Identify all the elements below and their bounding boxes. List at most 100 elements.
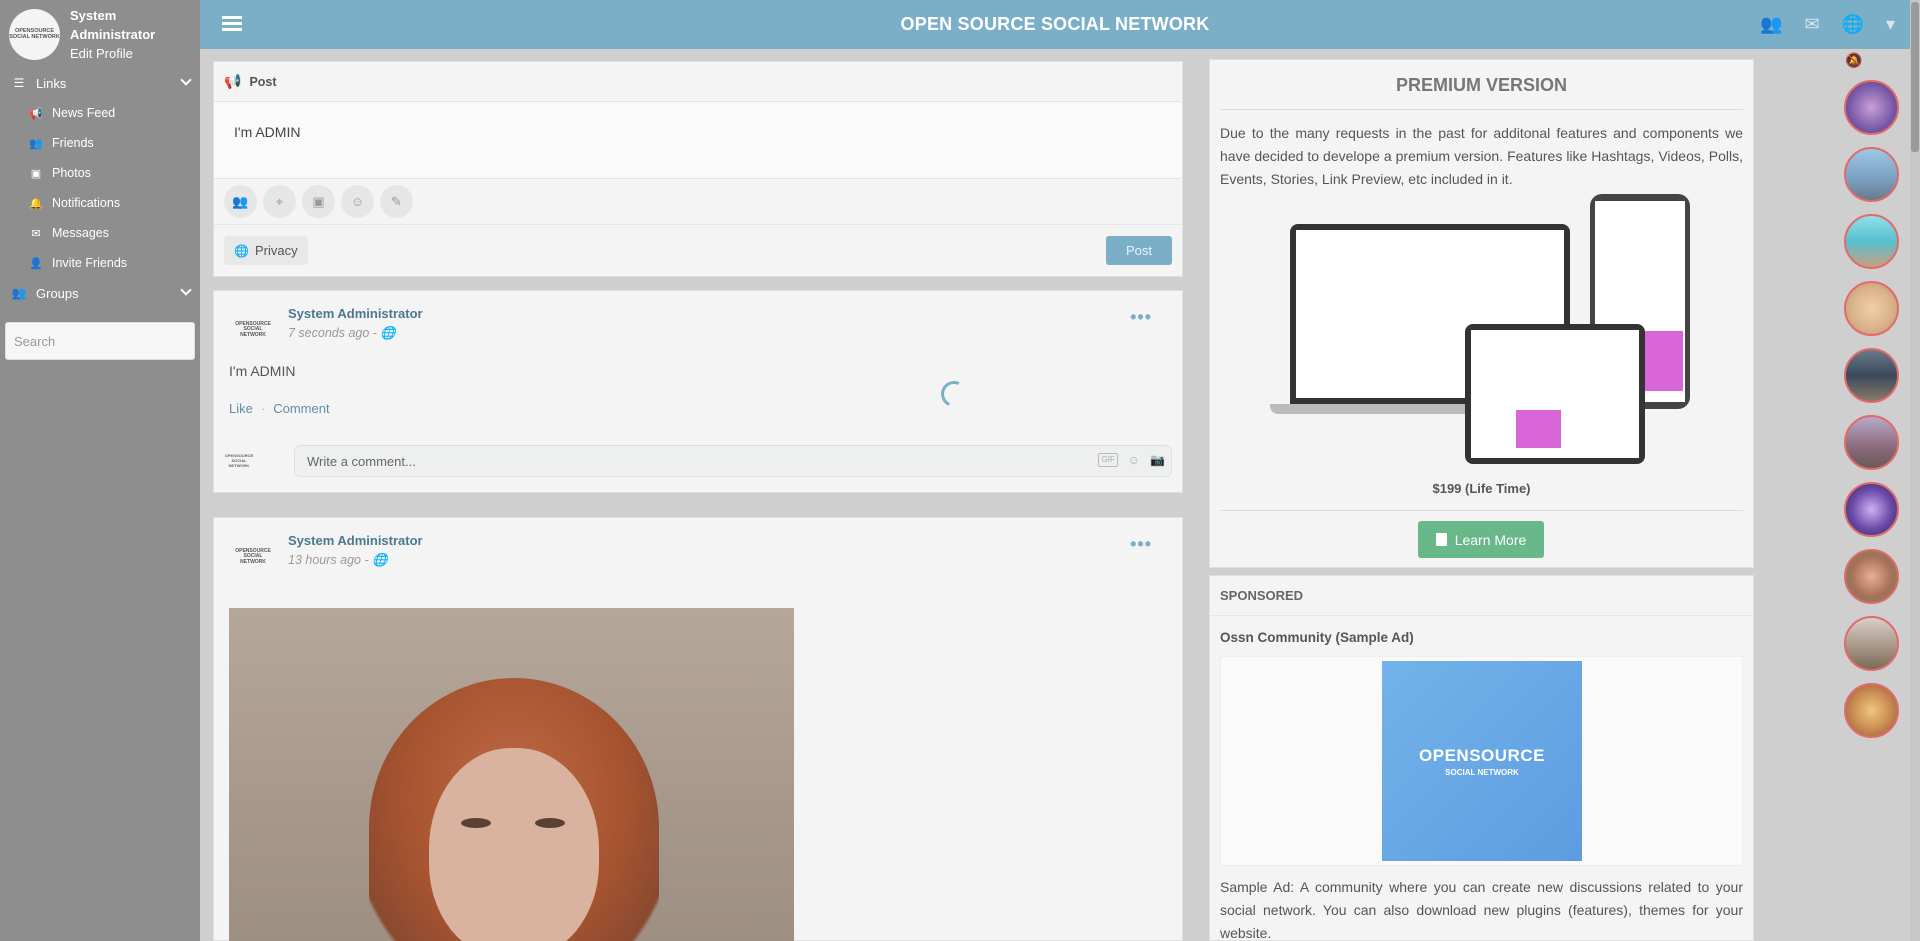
comment-input[interactable]: Write a comment... GIF ☺ 📷 xyxy=(294,445,1172,477)
post-timestamp: 7 seconds ago - 🌐 xyxy=(288,326,396,340)
emoji-icon[interactable]: ☺ xyxy=(341,185,374,218)
bell-slash-icon[interactable]: 🔕 xyxy=(1845,52,1862,69)
globe-icon: 🌐 xyxy=(372,553,388,567)
user-plus-icon: 👤 xyxy=(29,257,43,270)
sidebar-item-invite-friends[interactable]: 👤 Invite Friends xyxy=(0,248,200,278)
post-author-name[interactable]: System Administrator xyxy=(288,533,423,548)
book-icon xyxy=(1435,533,1447,546)
sidebar-item-photos[interactable]: ▣ Photos xyxy=(0,158,200,188)
wall-post: OPENSOURCE SOCIAL NETWORK System Adminis… xyxy=(213,290,1183,493)
ad-image-logo: OPENSOURCE xyxy=(1419,745,1545,765)
composer-tools: 👥 ⌖ ▣ ☺ ✎ xyxy=(214,179,1182,225)
post-timestamp: 13 hours ago - 🌐 xyxy=(288,553,388,567)
wall-post: OPENSOURCE SOCIAL NETWORK System Adminis… xyxy=(213,517,1183,941)
scrollbar-thumb[interactable] xyxy=(1911,2,1919,152)
post-button[interactable]: Post xyxy=(1106,236,1172,265)
list-icon: ☰ xyxy=(13,76,25,90)
friend-avatar[interactable] xyxy=(1844,147,1899,202)
premium-devices-image xyxy=(1270,194,1700,464)
bell-icon: 🔔 xyxy=(29,197,43,210)
sidebar-item-friends[interactable]: 👥 Friends xyxy=(0,128,200,158)
sponsored-widget: SPONSORED Ossn Community (Sample Ad) OPE… xyxy=(1209,575,1754,941)
location-icon[interactable]: ⌖ xyxy=(263,185,296,218)
sidebar-item-label: Notifications xyxy=(52,196,121,210)
premium-description: Due to the many requests in the past for… xyxy=(1220,125,1743,187)
commenter-avatar: OPENSOURCE SOCIAL NETWORK xyxy=(224,452,254,468)
privacy-label: Privacy xyxy=(254,243,298,258)
brush-icon[interactable]: ✎ xyxy=(380,185,413,218)
comment-placeholder: Write a comment... xyxy=(307,454,416,469)
links-section-toggle[interactable]: ☰ Links xyxy=(0,68,200,98)
post-composer: 📢 Post I'm ADMIN 👥 ⌖ ▣ ☺ ✎ 🌐 Privacy Pos… xyxy=(213,61,1183,277)
photo-icon[interactable]: ▣ xyxy=(302,185,335,218)
friend-avatar[interactable] xyxy=(1844,482,1899,537)
friend-avatar[interactable] xyxy=(1844,549,1899,604)
globe-icon: 🌐 xyxy=(234,243,249,258)
gif-icon[interactable]: GIF xyxy=(1098,453,1118,467)
users-icon: 👥 xyxy=(29,137,43,150)
friend-avatar[interactable] xyxy=(1844,415,1899,470)
page-scrollbar[interactable] xyxy=(1910,0,1920,941)
messages-icon[interactable]: ✉ xyxy=(1804,14,1819,35)
globe-icon: 🌐 xyxy=(380,326,396,340)
friend-avatar[interactable] xyxy=(1844,80,1899,135)
premium-widget: PREMIUM VERSION Due to the many requests… xyxy=(1209,59,1754,568)
friend-avatar[interactable] xyxy=(1844,214,1899,269)
post-text: I'm ADMIN xyxy=(229,363,296,379)
premium-price: $199 (Life Time) xyxy=(1432,481,1531,496)
composer-header-label: Post xyxy=(249,74,277,89)
learn-more-label: Learn More xyxy=(1454,531,1527,548)
app-title[interactable]: OPEN SOURCE SOCIAL NETWORK xyxy=(200,14,1910,35)
premium-title: PREMIUM VERSION xyxy=(1220,60,1743,110)
sidebar-item-messages[interactable]: ✉ Messages xyxy=(0,218,200,248)
sidebar-item-notifications[interactable]: 🔔 Notifications xyxy=(0,188,200,218)
friend-avatar[interactable] xyxy=(1844,348,1899,403)
post-options-icon[interactable]: ••• xyxy=(1130,307,1152,328)
avatar[interactable]: OPENSOURCE SOCIAL NETWORK xyxy=(9,8,60,60)
sidebar: OPENSOURCE SOCIAL NETWORK System Adminis… xyxy=(0,0,200,941)
camera-icon[interactable]: 📷 xyxy=(1150,453,1165,467)
sidebar-item-label: Messages xyxy=(52,226,109,240)
emoji-icon[interactable]: ☺ xyxy=(1128,453,1140,467)
links-section-label: Links xyxy=(36,75,67,91)
profile-name[interactable]: System Administrator xyxy=(70,6,200,44)
ad-description: Sample Ad: A community where you can cre… xyxy=(1220,879,1743,941)
sidebar-item-label: News Feed xyxy=(52,106,116,120)
profile-block: OPENSOURCE SOCIAL NETWORK System Adminis… xyxy=(0,0,200,68)
groups-section-label: Groups xyxy=(36,285,79,301)
sidebar-item-label: Friends xyxy=(52,136,94,150)
groups-section-toggle[interactable]: 👥 Groups xyxy=(0,278,200,308)
post-options-icon[interactable]: ••• xyxy=(1130,534,1152,555)
caret-down-icon[interactable]: ▾ xyxy=(1886,14,1895,35)
globe-icon[interactable]: 🌐 xyxy=(1842,14,1864,35)
post-photo[interactable] xyxy=(229,608,794,941)
comment-link[interactable]: Comment xyxy=(273,401,329,416)
sidebar-item-label: Photos xyxy=(52,166,91,180)
friend-avatar[interactable] xyxy=(1844,281,1899,336)
ad-image[interactable]: OPENSOURCE SOCIAL NETWORK xyxy=(1382,661,1582,861)
edit-profile-link[interactable]: Edit Profile xyxy=(70,44,200,63)
post-textarea[interactable]: I'm ADMIN xyxy=(214,102,1182,179)
friend-avatar[interactable] xyxy=(1844,683,1899,738)
tag-friends-icon[interactable]: 👥 xyxy=(224,185,257,218)
post-author-avatar[interactable]: OPENSOURCE SOCIAL NETWORK xyxy=(232,309,274,351)
megaphone-icon: 📢 xyxy=(224,73,242,89)
like-link[interactable]: Like xyxy=(229,401,253,416)
chevron-down-icon xyxy=(180,284,192,296)
learn-more-button[interactable]: Learn More xyxy=(1418,521,1544,558)
post-author-name[interactable]: System Administrator xyxy=(288,306,423,321)
sidebar-item-news-feed[interactable]: 📢 News Feed xyxy=(0,98,200,128)
post-author-avatar[interactable]: OPENSOURCE SOCIAL NETWORK xyxy=(232,536,274,578)
chevron-down-icon xyxy=(180,74,192,86)
friend-requests-icon[interactable]: 👥 xyxy=(1760,14,1782,35)
search-input[interactable]: Search xyxy=(5,322,195,360)
friend-avatar[interactable] xyxy=(1844,616,1899,671)
ad-title[interactable]: Ossn Community (Sample Ad) xyxy=(1210,616,1753,645)
action-separator: · xyxy=(260,401,266,416)
online-friends-rail: 🔕 xyxy=(1828,49,1910,941)
sponsored-header: SPONSORED xyxy=(1210,576,1753,616)
privacy-button[interactable]: 🌐 Privacy xyxy=(224,236,308,265)
ad-image-subtitle: SOCIAL NETWORK xyxy=(1445,767,1519,777)
users-icon: 👥 xyxy=(11,286,27,300)
top-bar: OPEN SOURCE SOCIAL NETWORK 👥 ✉ 🌐 ▾ xyxy=(200,0,1910,49)
